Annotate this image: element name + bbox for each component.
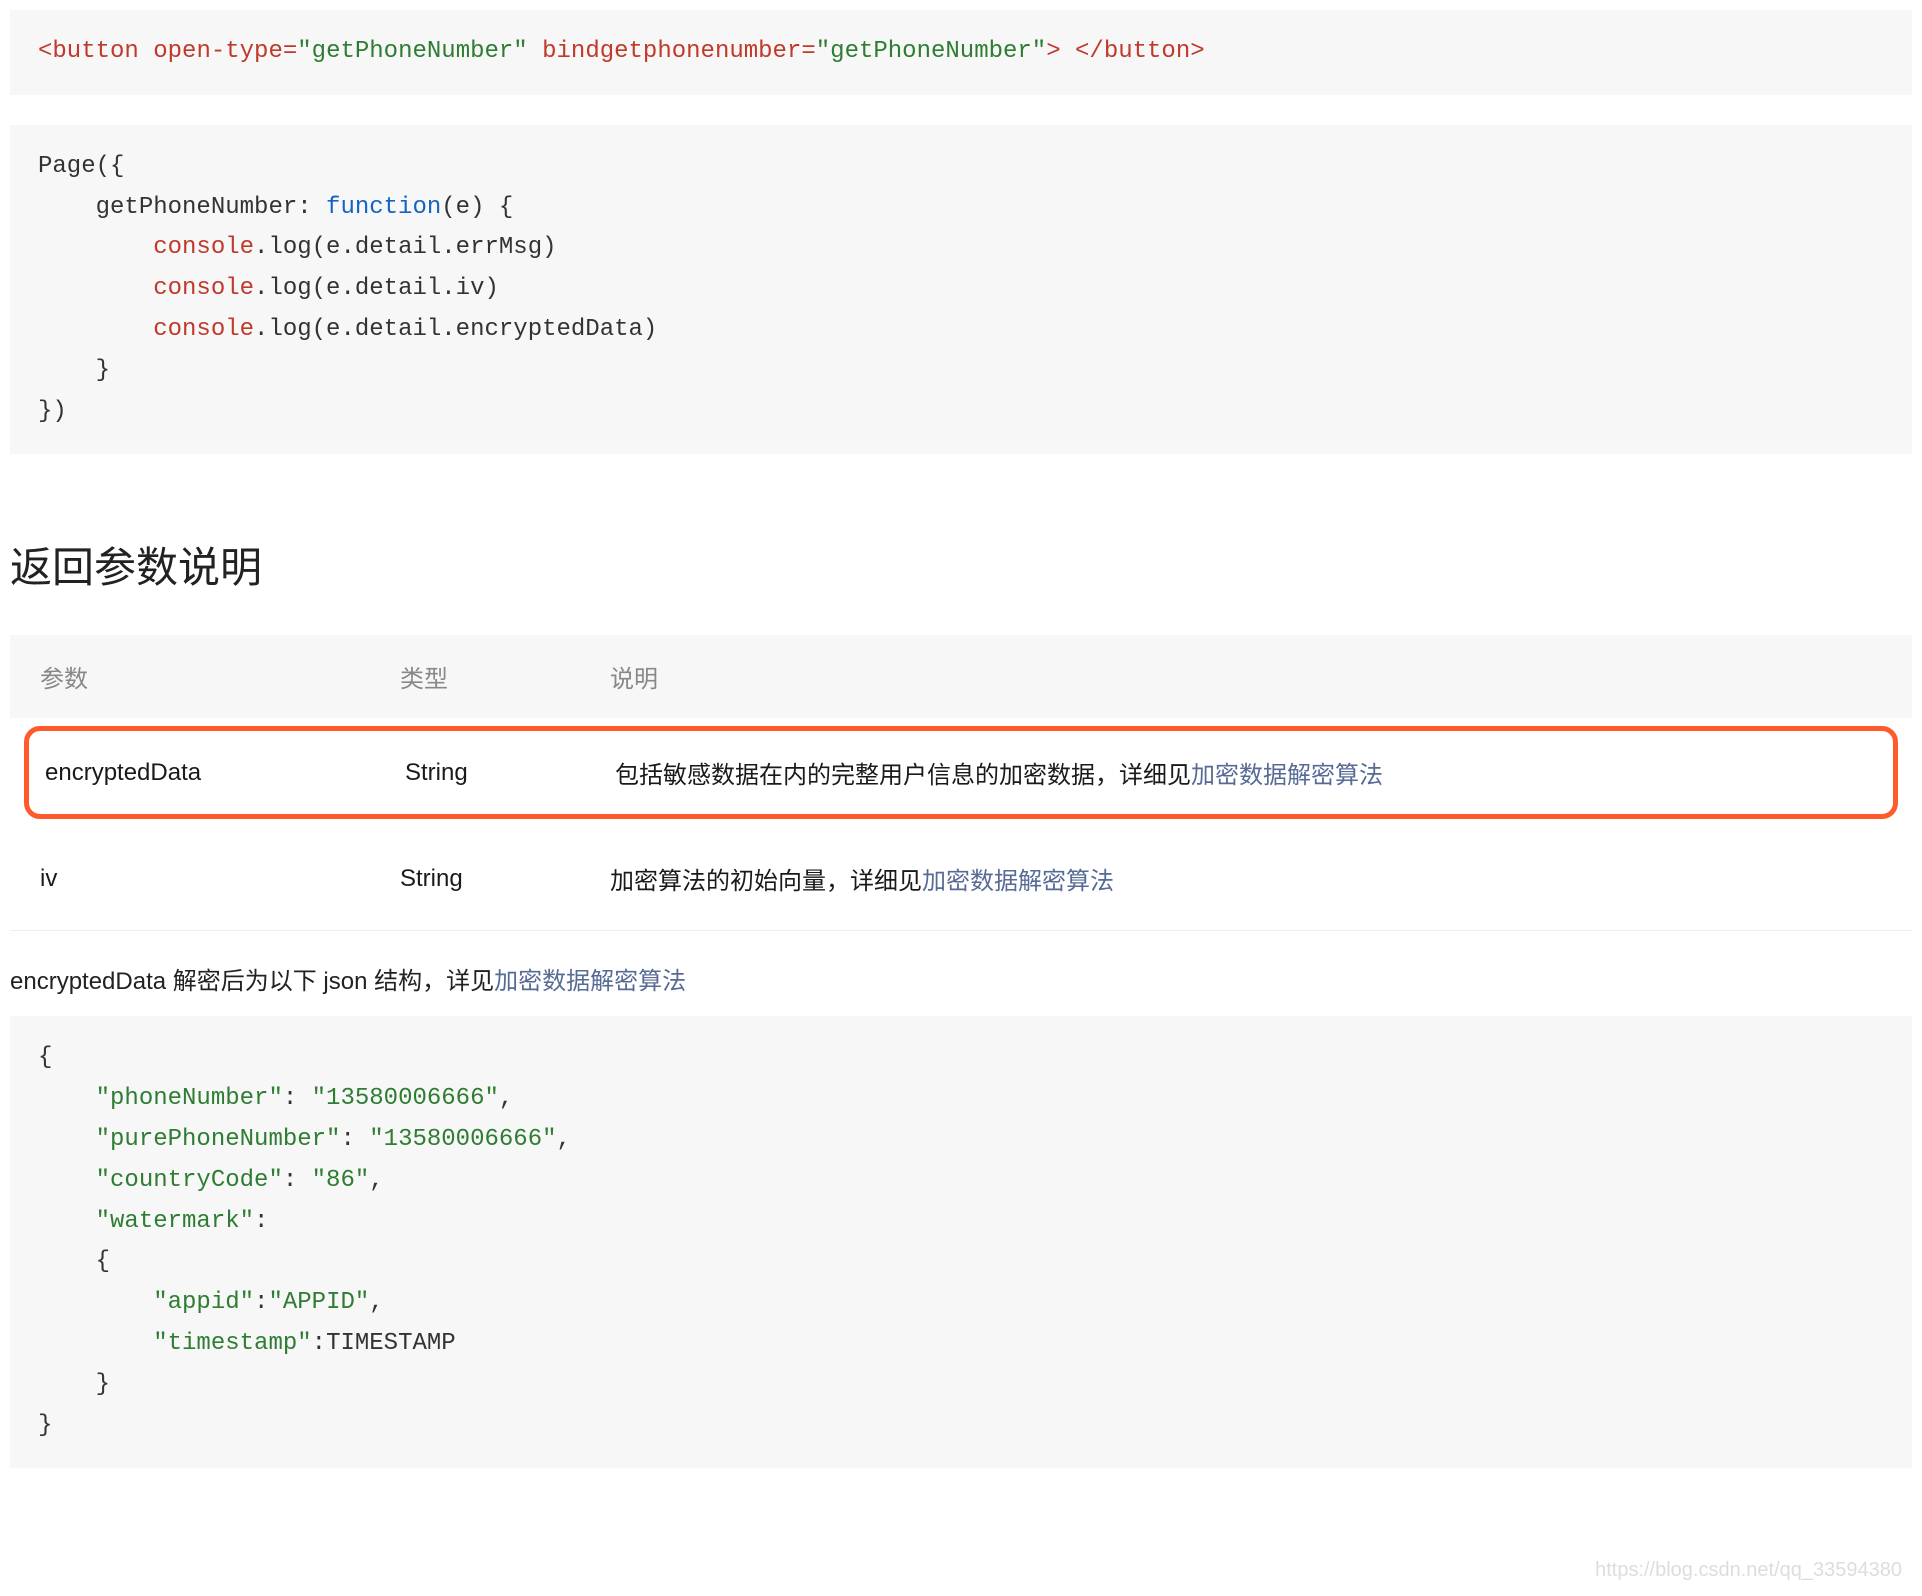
params-table: 参数 类型 说明 encryptedData String 包括敏感数据在内的完… (10, 635, 1912, 931)
link-decrypt-algo[interactable]: 加密数据解密算法 (922, 868, 1114, 895)
td-param: encryptedData (45, 759, 405, 787)
watermark-text: https://blog.csdn.net/qq_33594380 (1595, 1559, 1902, 1582)
code-block-json-structure: { "phoneNumber": "13580006666", "purePho… (10, 1016, 1912, 1468)
code-line: Page({ (38, 153, 124, 180)
table-row: iv String 加密算法的初始向量，详细见加密数据解密算法 (10, 827, 1912, 931)
th-desc: 说明 (610, 659, 1882, 694)
td-type: String (400, 865, 610, 893)
td-param: iv (40, 865, 400, 893)
td-desc: 加密算法的初始向量，详细见加密数据解密算法 (610, 861, 1882, 896)
link-decrypt-algo[interactable]: 加密数据解密算法 (494, 968, 686, 995)
td-type: String (405, 759, 615, 787)
document-root: <button open-type="getPhoneNumber" bindg… (0, 10, 1922, 1538)
table-header-row: 参数 类型 说明 (10, 635, 1912, 718)
code-block-button-example: <button open-type="getPhoneNumber" bindg… (10, 10, 1912, 95)
table-row-highlighted: encryptedData String 包括敏感数据在内的完整用户信息的加密数… (24, 726, 1898, 819)
section-heading-return-params: 返回参数说明 (10, 534, 1912, 595)
th-type: 类型 (400, 659, 610, 694)
link-decrypt-algo[interactable]: 加密数据解密算法 (1191, 762, 1383, 789)
td-desc: 包括敏感数据在内的完整用户信息的加密数据，详细见加密数据解密算法 (615, 755, 1877, 790)
th-param: 参数 (40, 659, 400, 694)
code-block-page-js: Page({ getPhoneNumber: function(e) { con… (10, 125, 1912, 455)
body-paragraph: encryptedData 解密后为以下 json 结构，详见加密数据解密算法 (10, 961, 1912, 996)
